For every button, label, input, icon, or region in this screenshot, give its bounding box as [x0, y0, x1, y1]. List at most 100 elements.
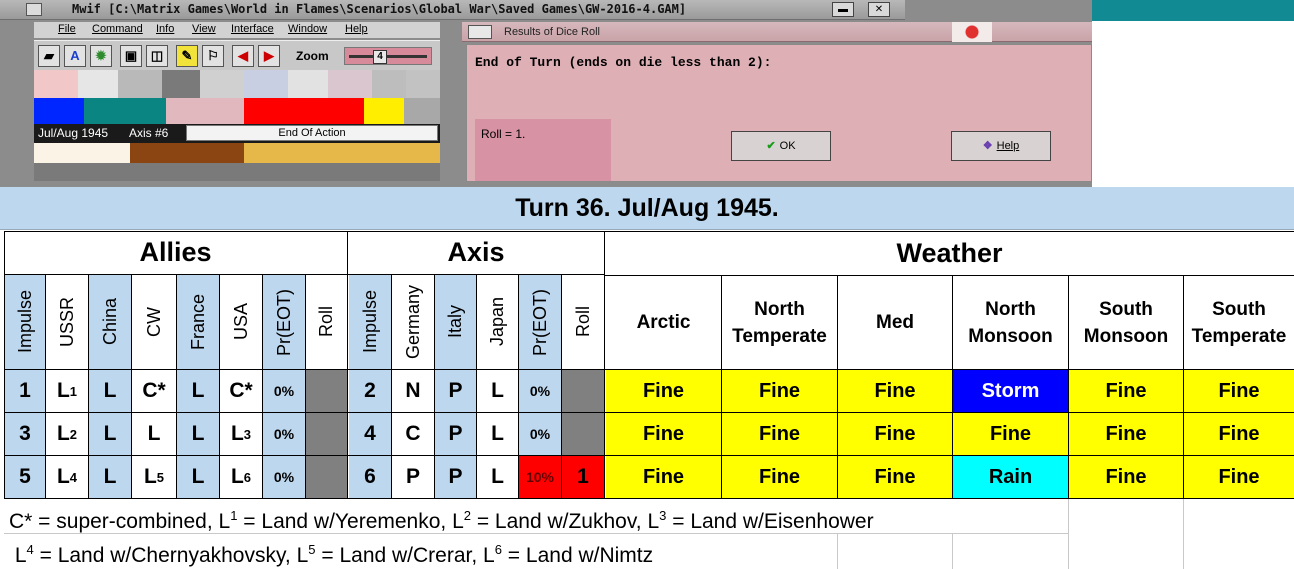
- alliance-color-bar: [34, 98, 440, 124]
- main-window-titlebar[interactable]: Mwif [C:\Matrix Games\World in Flames\Sc…: [0, 0, 905, 20]
- nation-flag[interactable]: [406, 70, 440, 98]
- weather-header: Weather: [896, 237, 1003, 268]
- allies-impulse: 1: [5, 370, 45, 412]
- zone-south-monsoon: South Monsoon: [1083, 298, 1169, 347]
- weather-cell: Fine: [838, 456, 952, 498]
- allies-preot: 0%: [263, 413, 305, 455]
- nation-flag[interactable]: [118, 70, 162, 98]
- weather-cell: Fine: [1184, 370, 1294, 412]
- allies-col-ussr: USSR: [56, 296, 77, 347]
- settings-icon[interactable]: ✹: [90, 45, 112, 67]
- nation-flag[interactable]: [78, 70, 118, 98]
- menu-file[interactable]: File: [58, 23, 76, 35]
- allies-china: L: [89, 456, 131, 498]
- pencil-icon[interactable]: ✎: [176, 45, 198, 67]
- zoom-slider-thumb[interactable]: 4: [373, 50, 387, 64]
- main-window-title: Mwif [C:\Matrix Games\World in Flames\Sc…: [72, 2, 687, 16]
- allies-col-impulse: Impulse: [5, 275, 45, 369]
- arrow-right-icon[interactable]: ▶: [258, 45, 280, 67]
- allies-france: L: [177, 370, 219, 412]
- axis-col-italy: Italy: [435, 275, 476, 369]
- allies-ussr: L1: [56, 379, 78, 402]
- zoom-slider[interactable]: 4: [344, 47, 432, 65]
- weather-cell: Fine: [606, 456, 721, 498]
- allies-roll: [306, 413, 347, 455]
- weather-cell: Fine: [838, 413, 952, 455]
- close-icon[interactable]: ✕: [868, 2, 890, 17]
- system-menu-icon[interactable]: [468, 25, 492, 39]
- zoom-label: Zoom: [296, 49, 329, 63]
- nation-flag[interactable]: [162, 70, 200, 98]
- menu-command[interactable]: Command: [92, 23, 143, 35]
- menu-interface[interactable]: Interface: [231, 23, 274, 35]
- allies-china: L: [89, 370, 131, 412]
- allies-france: L: [177, 413, 219, 455]
- legend-note-2: L4 = Land w/Chernyakhovsky, L5 = Land w/…: [9, 542, 654, 567]
- menu-view[interactable]: View: [192, 23, 216, 35]
- zone-med: Med: [876, 312, 914, 333]
- zone-north-monsoon: North Monsoon: [968, 298, 1053, 347]
- end-of-action-field[interactable]: End Of Action: [186, 125, 438, 141]
- axis-preot: 10%: [519, 456, 561, 498]
- weather-cell: Fine: [1184, 413, 1294, 455]
- menu-window[interactable]: Window: [288, 23, 327, 35]
- allies-impulse: 3: [5, 413, 45, 455]
- weather-cell: Fine: [722, 413, 837, 455]
- axis-germany: N: [405, 379, 421, 402]
- menu-bar: File Command Info View Interface Window …: [34, 22, 440, 38]
- arrow-left-icon[interactable]: ◀: [232, 45, 254, 67]
- allies-china: L: [89, 413, 131, 455]
- axis-impulse: 2: [349, 370, 391, 412]
- axis-impulse: 4: [349, 413, 391, 455]
- zone-south-temperate: South Temperate: [1191, 298, 1287, 347]
- weather-cell: Rain: [953, 456, 1068, 498]
- axis-italy: P: [435, 370, 476, 412]
- screen: Mwif [C:\Matrix Games\World in Flames\Sc…: [0, 0, 1294, 569]
- axis-roll: [562, 370, 604, 412]
- grid-icon[interactable]: ▣: [120, 45, 142, 67]
- nation-flag[interactable]: [288, 70, 328, 98]
- status-strip: [34, 163, 440, 181]
- allies-france: L: [177, 456, 219, 498]
- nation-flag[interactable]: [328, 70, 372, 98]
- menu-info[interactable]: Info: [156, 23, 174, 35]
- ok-button-label: OK: [779, 140, 796, 152]
- axis-germany: C: [405, 422, 421, 445]
- allies-usa: L6: [230, 465, 252, 488]
- legend-note-1: C* = super-combined, L1 = Land w/Yeremen…: [9, 508, 874, 533]
- menu-help[interactable]: Help: [345, 23, 368, 35]
- weather-cell: Fine: [1069, 413, 1183, 455]
- zone-north-temperate: North Temperate: [732, 298, 827, 347]
- allies-header: Allies: [139, 236, 212, 267]
- axis-roll: [562, 413, 604, 455]
- weather-cell: Fine: [1069, 456, 1183, 498]
- axis-impulse: 6: [349, 456, 391, 498]
- font-icon[interactable]: A: [64, 45, 86, 67]
- roll-result-text: Roll = 1.: [481, 127, 526, 141]
- weather-cell: Storm: [953, 370, 1068, 412]
- allies-col-france: France: [177, 275, 219, 369]
- dice-dialog-titlebar[interactable]: Results of Dice Roll: [462, 22, 1092, 42]
- weather-cell: Fine: [1184, 456, 1294, 498]
- minimize-icon[interactable]: ▬: [832, 2, 854, 17]
- axis-col-preot: Pr(EOT): [519, 275, 561, 369]
- axis-header: Axis: [447, 236, 505, 267]
- allies-cw: C*: [142, 379, 166, 402]
- nation-flag[interactable]: [34, 70, 78, 98]
- axis-italy: P: [435, 413, 476, 455]
- axis-preot: 0%: [519, 370, 561, 412]
- nation-flag[interactable]: [372, 70, 406, 98]
- flag-icon[interactable]: ⚐: [202, 45, 224, 67]
- weather-cell: Fine: [838, 370, 952, 412]
- ok-button[interactable]: ✔ OK: [731, 131, 831, 161]
- system-menu-icon[interactable]: [26, 3, 42, 16]
- nation-flag[interactable]: [200, 70, 244, 98]
- train-icon[interactable]: ▰: [38, 45, 60, 67]
- nation-flag[interactable]: [244, 70, 288, 98]
- status-row: Jul/Aug 1945 Axis #6 End Of Action: [34, 124, 440, 143]
- allies-ussr: L2: [56, 422, 78, 445]
- help-button[interactable]: ❖ Help: [951, 131, 1051, 161]
- turn-title: Turn 36. Jul/Aug 1945.: [0, 187, 1294, 229]
- allies-preot: 0%: [263, 370, 305, 412]
- layers-icon[interactable]: ◫: [146, 45, 168, 67]
